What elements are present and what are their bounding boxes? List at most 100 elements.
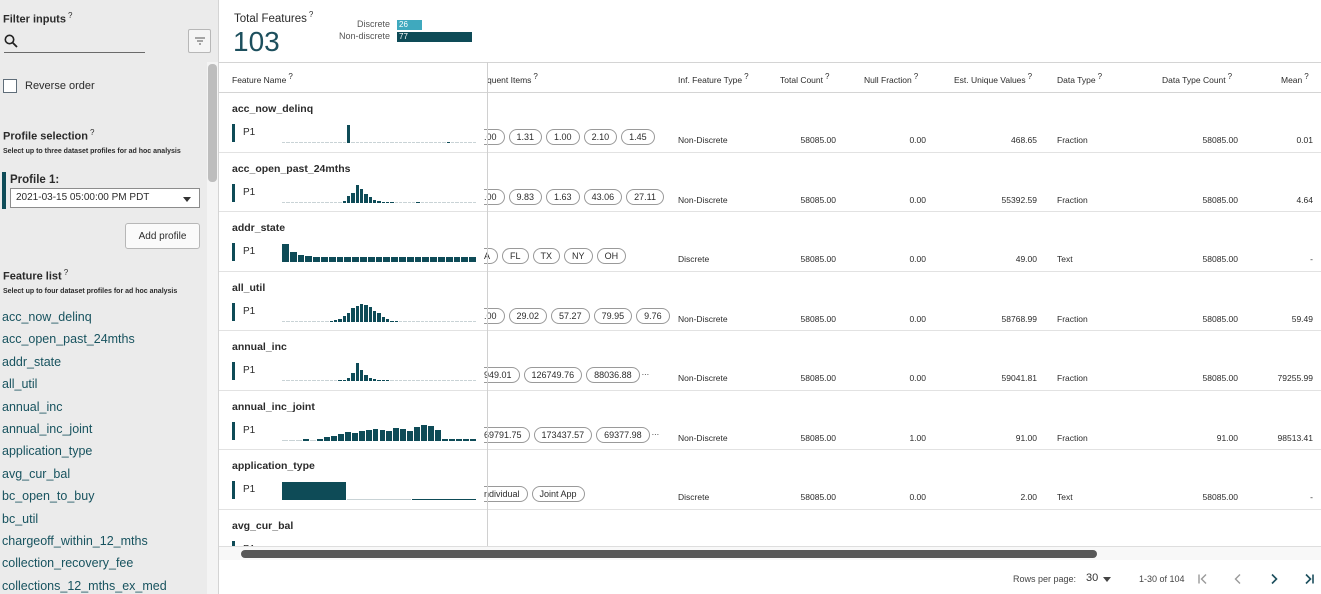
- feature-list-item[interactable]: collection_recovery_fee: [2, 552, 167, 574]
- histogram-bar: [360, 370, 364, 381]
- unique-values: 2.00: [1020, 492, 1037, 502]
- frequent-item-chip[interactable]: 1.45: [621, 129, 655, 145]
- header-feature-name[interactable]: Feature Name?: [232, 72, 293, 85]
- feature-list-item[interactable]: avg_cur_bal: [2, 463, 167, 485]
- histogram-bar: [286, 380, 290, 381]
- feature-list-help-icon[interactable]: ?: [64, 268, 68, 277]
- total-features-count: 103: [233, 26, 280, 57]
- table-row[interactable]: all_util P1 .00 29.02 57.27 79.95 9.76 Non-Disc…: [219, 272, 1321, 331]
- frequent-item-chip[interactable]: 1.00: [546, 129, 580, 145]
- histogram-bar: [338, 318, 342, 322]
- header-help-icon[interactable]: ?: [825, 72, 829, 81]
- frequent-item-chip[interactable]: OH: [596, 248, 627, 264]
- feature-list-item[interactable]: application_type: [2, 440, 167, 462]
- header-help-icon[interactable]: ?: [1028, 72, 1032, 81]
- feature-list-item[interactable]: collections_12_mths_ex_med: [2, 575, 167, 594]
- profile-tag: P1: [243, 424, 256, 436]
- table-row[interactable]: acc_now_delinq P1 .00 1.31 1.00 2.10 1.45 Non-D…: [219, 93, 1321, 153]
- header-frequent-items[interactable]: quent Items?: [487, 72, 538, 85]
- header-help-icon[interactable]: ?: [1304, 72, 1308, 81]
- frequent-item-chip[interactable]: 2.10: [583, 129, 618, 145]
- histogram-bar: [365, 429, 372, 441]
- table-row[interactable]: annual_inc P1 949.01 126749.76 88036.88... No…: [219, 331, 1321, 391]
- first-page-icon[interactable]: [1194, 570, 1212, 588]
- header-null-fraction[interactable]: Null Fraction?: [864, 72, 918, 85]
- frequent-item-chip[interactable]: 79.95: [593, 307, 633, 324]
- table-row[interactable]: application_type P1 ndividual Joint App Disc…: [219, 450, 1321, 510]
- search-input[interactable]: [4, 52, 145, 53]
- header-help-icon[interactable]: ?: [914, 72, 918, 81]
- histogram-bar: [470, 439, 476, 441]
- chevron-down-icon[interactable]: [1103, 577, 1111, 582]
- frequent-item-chip[interactable]: 949.01: [484, 367, 520, 383]
- frequent-item-chip[interactable]: FL: [502, 248, 529, 264]
- next-page-icon[interactable]: [1265, 570, 1283, 588]
- data-type: Fraction: [1057, 313, 1088, 324]
- table-row[interactable]: acc_open_past_24mths P1 .00 9.83 1.63 43.06 27…: [219, 153, 1321, 212]
- header-data-type[interactable]: Data Type?: [1057, 72, 1102, 85]
- frequent-item-chip[interactable]: 9.83: [508, 188, 543, 205]
- data-type-count: 58085.00: [1202, 492, 1238, 502]
- feature-list-item[interactable]: acc_open_past_24mths: [2, 328, 167, 350]
- header-data-type-count[interactable]: Data Type Count?: [1162, 72, 1232, 85]
- histogram-bar: [355, 363, 359, 381]
- header-inf-type[interactable]: Inf. Feature Type?: [678, 72, 749, 85]
- frequent-item-chip[interactable]: 43.06: [583, 188, 623, 205]
- frequent-item-chip[interactable]: 29.02: [508, 307, 548, 324]
- reverse-order-checkbox[interactable]: [3, 79, 17, 93]
- frequent-item-chip[interactable]: TX: [532, 248, 561, 264]
- feature-list-item[interactable]: bc_open_to_buy: [2, 485, 167, 507]
- histogram-bar: [347, 312, 351, 322]
- frequent-item-chip[interactable]: 1.63: [546, 188, 580, 205]
- histogram-bar: [407, 430, 414, 441]
- feature-list-item[interactable]: annual_inc: [2, 396, 167, 418]
- frequent-item-chip[interactable]: 173437.57: [533, 426, 593, 443]
- histogram-bar: [383, 256, 391, 262]
- frequent-item-chip[interactable]: ndividual: [484, 486, 528, 502]
- frequent-item-chip[interactable]: 27.11: [626, 188, 664, 205]
- histogram-bar: [412, 320, 416, 322]
- total-count: 58085.00: [800, 194, 836, 205]
- histogram-bar: [286, 142, 290, 143]
- header-total-count[interactable]: Total Count?: [780, 72, 829, 85]
- frequent-item-chip[interactable]: Joint App: [531, 486, 585, 502]
- rows-per-page-select[interactable]: 30: [1086, 572, 1098, 584]
- table-row[interactable]: addr_state P1 AFLTXNYOH Discrete 58085.00 0.0…: [219, 212, 1321, 272]
- filter-help-icon[interactable]: ?: [68, 11, 72, 20]
- frequent-item-chip[interactable]: 126749.76: [523, 367, 583, 383]
- last-page-icon[interactable]: [1300, 570, 1318, 588]
- frequent-item-chip[interactable]: 69377.98: [596, 426, 650, 443]
- add-profile-button[interactable]: Add profile: [125, 223, 200, 249]
- profile-help-icon[interactable]: ?: [90, 128, 94, 137]
- header-help-icon[interactable]: ?: [533, 72, 537, 81]
- histogram-bar: [399, 256, 406, 262]
- header-help-icon[interactable]: ?: [1228, 72, 1232, 81]
- feature-list-item[interactable]: annual_inc_joint: [2, 418, 167, 440]
- frequent-item-chip[interactable]: NY: [564, 248, 593, 264]
- frequent-item-chip[interactable]: 1.31: [508, 129, 543, 145]
- feature-list-item[interactable]: addr_state: [2, 351, 167, 373]
- feature-list-item[interactable]: acc_now_delinq: [2, 306, 167, 328]
- header-mean[interactable]: Mean?: [1281, 72, 1309, 85]
- header-help-icon[interactable]: ?: [1098, 72, 1102, 81]
- histogram-bar: [407, 142, 411, 143]
- profile-1-select[interactable]: 2021-03-15 05:00:00 PM PDT: [10, 188, 200, 208]
- header-help-icon[interactable]: ?: [288, 72, 292, 81]
- table-row[interactable]: annual_inc_joint P1 69791.75 173437.57 69377…: [219, 391, 1321, 450]
- feature-list-item[interactable]: bc_util: [2, 508, 167, 530]
- feature-list-item[interactable]: all_util: [2, 373, 167, 395]
- frequent-item-chip[interactable]: 57.27: [551, 307, 590, 324]
- header-help-icon[interactable]: ?: [744, 72, 748, 81]
- frequent-item-chip[interactable]: 88036.88: [586, 367, 640, 383]
- histogram-bar: [308, 320, 312, 322]
- frequent-item-chip[interactable]: 9.76: [636, 307, 670, 324]
- header-unique-values[interactable]: Est. Unique Values?: [954, 72, 1032, 85]
- feature-list-item[interactable]: chargeoff_within_12_mths: [2, 530, 167, 552]
- frequent-item-chip[interactable]: 69791.75: [484, 426, 530, 443]
- horizontal-scroll-thumb[interactable]: [241, 550, 1097, 558]
- sidebar-scroll-thumb[interactable]: [208, 64, 217, 182]
- filter-button[interactable]: [188, 29, 211, 53]
- prev-page-icon[interactable]: [1229, 570, 1247, 588]
- histogram-bar: [308, 380, 312, 381]
- total-features-help-icon[interactable]: ?: [309, 10, 313, 19]
